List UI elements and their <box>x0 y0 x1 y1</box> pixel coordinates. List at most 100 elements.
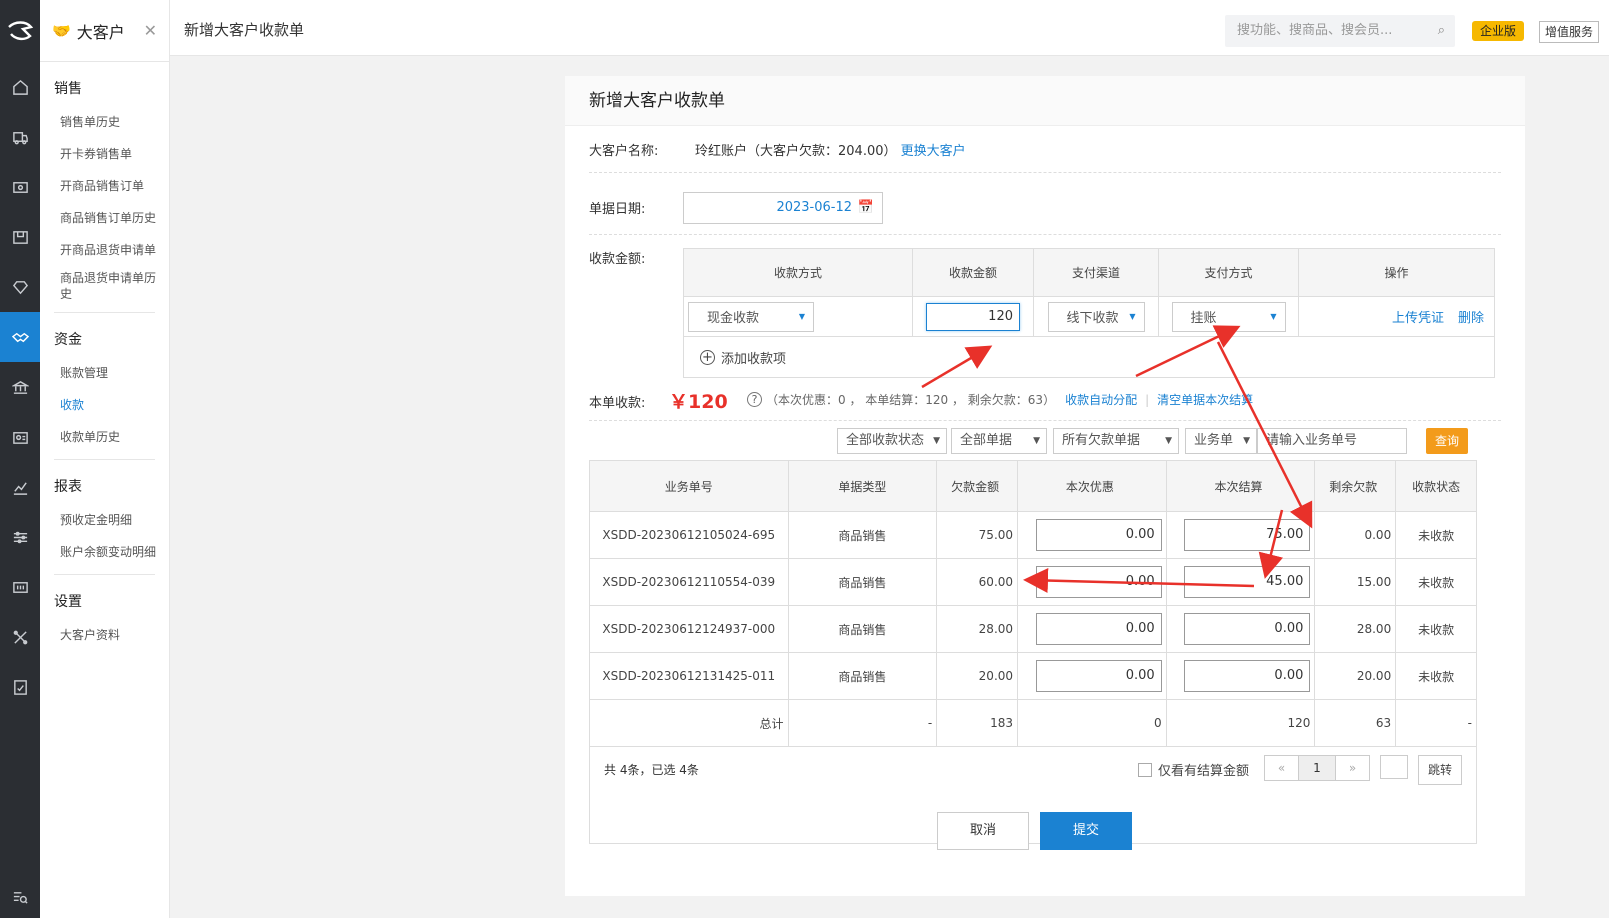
discount-input[interactable]: 0.00 <box>1035 660 1162 692</box>
sidebar-item[interactable]: 商品销售订单历史 <box>40 202 169 234</box>
sidebar-item[interactable]: 账款管理 <box>40 357 169 389</box>
topbar: 新增大客户收款单 搜功能、搜商品、搜会员... ⌕ 企业版 增值服务 <box>170 0 1609 56</box>
payment-table-header: 收款方式 收款金额 支付渠道 支付方式 操作 <box>684 249 1494 297</box>
discount-cell: 0.00 <box>1018 512 1167 558</box>
channel-cell: 线下收款 ▼ <box>1034 297 1159 336</box>
add-payment-item-label: 添加收款项 <box>721 351 787 367</box>
change-customer-link[interactable]: 更换大客户 <box>901 144 966 159</box>
sidebar-item[interactable]: 账户余额变动明细 <box>40 536 169 568</box>
table-row: XSDD-20230612131425-011 商品销售 20.00 0.00 0.00… <box>590 653 1476 700</box>
sliders-icon[interactable] <box>0 512 40 562</box>
id-card-icon[interactable] <box>0 412 40 462</box>
method-cell: 现金收款 ▼ <box>684 297 913 336</box>
diamond-icon[interactable] <box>0 262 40 312</box>
bank-icon[interactable] <box>0 362 40 412</box>
discount-input[interactable]: 0.00 <box>1035 613 1162 645</box>
date-input[interactable]: 2023-06-12 📅 <box>683 192 883 224</box>
sidebar-item[interactable]: 大客户资料 <box>40 619 169 651</box>
discount-input[interactable]: 0.00 <box>1035 566 1162 598</box>
method-value: 现金收款 <box>707 311 760 326</box>
submit-button[interactable]: 提交 <box>1040 812 1132 850</box>
next-page-button[interactable]: » <box>1335 755 1370 781</box>
pay-way-cell: 挂账 ▼ <box>1159 297 1299 336</box>
help-icon[interactable]: ? <box>747 392 762 407</box>
pay-way-select[interactable]: 挂账 ▼ <box>1171 301 1286 332</box>
message-icon[interactable] <box>0 562 40 612</box>
biz-number-link[interactable]: XSDD-20230612124937-000 <box>590 606 789 652</box>
settle-cell: 45.00 <box>1167 559 1316 605</box>
value-added-services-button[interactable]: 增值服务 <box>1539 21 1600 43</box>
sidebar-item[interactable]: 预收定金明细 <box>40 504 169 536</box>
sidebar-item[interactable]: 销售单历史 <box>40 106 169 138</box>
remain-amount: 15.00 <box>1315 559 1397 605</box>
date-value: 2023-06-12 <box>776 200 852 215</box>
auto-allocate-link[interactable]: 收款自动分配 <box>1065 391 1137 408</box>
sidebar-item[interactable]: 开卡券销售单 <box>40 138 169 170</box>
sidebar-section-title: 报表 <box>54 479 82 495</box>
current-page[interactable]: 1 <box>1299 755 1335 781</box>
method-select[interactable]: 现金收款 ▼ <box>688 301 814 332</box>
delivery-icon[interactable] <box>0 112 40 162</box>
global-search-input[interactable]: 搜功能、搜商品、搜会员... ⌕ <box>1225 15 1455 47</box>
biz-number-input[interactable]: 请输入业务单号 <box>1257 428 1407 454</box>
payment-row: 现金收款 ▼ 120 线下收款 ▼ 挂账 ▼ 上传凭证 删除 <box>684 297 1494 337</box>
delete-link[interactable]: 删除 <box>1458 307 1484 326</box>
docs-filter-select[interactable]: 全部单据 ▼ <box>951 428 1047 454</box>
settle-input[interactable]: 75.00 <box>1184 519 1311 551</box>
this-receipt-amount: ￥120 <box>669 391 728 413</box>
calendar-icon[interactable]: 📅 <box>858 193 874 223</box>
tools-icon[interactable] <box>0 612 40 662</box>
chart-icon[interactable] <box>0 462 40 512</box>
cash-icon[interactable] <box>0 162 40 212</box>
sidebar-item[interactable]: 开商品销售订单 <box>40 170 169 202</box>
sidebar-header: 🤝 大客户 ✕ <box>40 0 169 62</box>
checkbox-box[interactable] <box>1138 762 1152 777</box>
handshake-icon: 🤝 <box>52 21 71 40</box>
handshake-icon[interactable] <box>0 312 40 362</box>
pager: « 1 » <box>1264 755 1370 781</box>
biz-number-link[interactable]: XSDD-20230612110554-039 <box>590 559 789 605</box>
sidebar-item[interactable]: 商品退货申请单历史 <box>40 266 169 306</box>
payment-table: 收款方式 收款金额 支付渠道 支付方式 操作 现金收款 ▼ 120 线下收款 ▼ 挂… <box>683 248 1495 378</box>
settle-input[interactable]: 0.00 <box>1184 613 1311 645</box>
search-icon[interactable]: ⌕ <box>1438 15 1445 47</box>
biz-filter-select[interactable]: 业务单 ▼ <box>1185 428 1257 454</box>
settle-input[interactable]: 0.00 <box>1184 660 1311 692</box>
cancel-button[interactable]: 取消 <box>937 812 1029 850</box>
add-payment-item-button[interactable]: + 添加收款项 <box>684 337 1494 377</box>
clear-settlement-link[interactable]: 清空单据本次结算 <box>1157 391 1253 408</box>
settle-input[interactable]: 45.00 <box>1184 566 1311 598</box>
customer-value: 玲红账户（大客户欠款：204.00） <box>695 144 897 159</box>
only-settled-checkbox[interactable]: 仅看有结算金额 <box>1138 760 1249 779</box>
prev-page-button[interactable]: « <box>1264 755 1299 781</box>
home-icon[interactable] <box>0 62 40 112</box>
biz-number-link[interactable]: XSDD-20230612105024-695 <box>590 512 789 558</box>
status-filter-select[interactable]: 全部收款状态 ▼ <box>837 428 947 454</box>
receipt-status: 未收款 <box>1418 528 1455 543</box>
close-icon[interactable]: ✕ <box>144 21 157 40</box>
upload-voucher-link[interactable]: 上传凭证 <box>1392 307 1444 326</box>
caret-down-icon: ▼ <box>798 312 805 321</box>
sidebar-item[interactable]: 收款单历史 <box>40 421 169 453</box>
jump-button[interactable]: 跳转 <box>1418 755 1462 785</box>
debts-filter-select[interactable]: 所有欠款单据 ▼ <box>1053 428 1179 454</box>
biz-number-link[interactable]: XSDD-20230612131425-011 <box>590 653 789 699</box>
sidebar-section-title: 资金 <box>54 332 82 348</box>
header-doc-type: 单据类型 <box>789 461 938 511</box>
sidebar-item[interactable]: 收款 <box>40 389 169 421</box>
store-icon[interactable] <box>0 212 40 262</box>
actions-cell: 上传凭证 删除 <box>1299 297 1494 336</box>
settle-cell: 0.00 <box>1167 606 1316 652</box>
sidebar-item[interactable]: 开商品退货申请单 <box>40 234 169 266</box>
checklist-icon[interactable] <box>0 662 40 712</box>
form-title: 新增大客户收款单 <box>565 76 1525 126</box>
search-list-icon[interactable] <box>0 889 40 910</box>
biz-number-placeholder: 请输入业务单号 <box>1266 433 1358 448</box>
amount-label: 收款金额: <box>589 252 646 267</box>
page-number-input[interactable] <box>1380 755 1408 779</box>
discount-input[interactable]: 0.00 <box>1035 519 1162 551</box>
query-button[interactable]: 查询 <box>1426 428 1468 454</box>
channel-select[interactable]: 线下收款 ▼ <box>1047 301 1145 332</box>
amount-input[interactable]: 120 <box>926 302 1020 331</box>
summary-row: ? （本次优惠：0 ， 本单结算：120 ， 剩余欠款：63） 收款自动分配 |… <box>747 391 1253 408</box>
